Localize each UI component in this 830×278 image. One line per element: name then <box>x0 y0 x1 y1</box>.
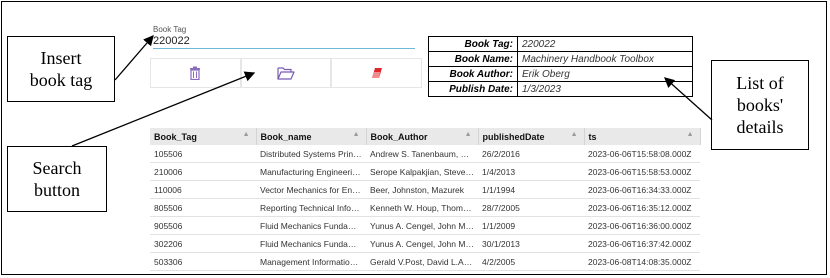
arrow-list <box>664 77 713 121</box>
arrow-insert <box>114 35 154 81</box>
callout-arrows <box>71 35 713 147</box>
arrow-search <box>71 71 256 147</box>
